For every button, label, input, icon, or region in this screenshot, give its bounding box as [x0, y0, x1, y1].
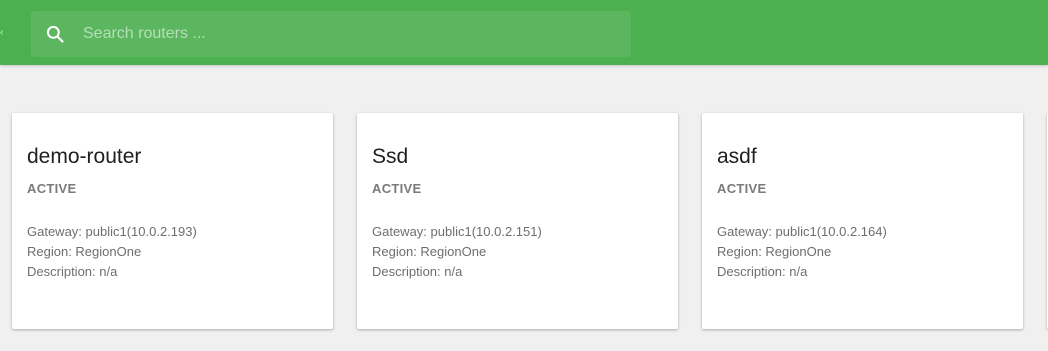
region-line: Region: RegionOne — [717, 242, 1008, 262]
description-label: Description: — [27, 264, 100, 279]
gateway-label: Gateway: — [717, 224, 776, 239]
router-card[interactable]: asdf ACTIVE Gateway: public1(10.0.2.164)… — [702, 113, 1023, 329]
description-label: Description: — [717, 264, 790, 279]
description-line: Description: n/a — [27, 262, 318, 282]
gateway-line: Gateway: public1(10.0.2.164) — [717, 222, 1008, 242]
router-status: ACTIVE — [717, 181, 767, 196]
description-line: Description: n/a — [717, 262, 1008, 282]
router-name: asdf — [717, 145, 757, 168]
region-line: Region: RegionOne — [27, 242, 318, 262]
gateway-value: public1(10.0.2.151) — [430, 224, 542, 239]
router-card-list: demo-router ACTIVE Gateway: public1(10.0… — [12, 113, 1048, 329]
router-name: Ssd — [372, 145, 409, 168]
region-line: Region: RegionOne — [372, 242, 663, 262]
description-label: Description: — [372, 264, 445, 279]
router-name: demo-router — [27, 145, 142, 168]
top-app-bar: ‹ — [0, 0, 1048, 65]
search-bar[interactable] — [31, 11, 631, 57]
gateway-line: Gateway: public1(10.0.2.193) — [27, 222, 318, 242]
router-details: Gateway: public1(10.0.2.151) Region: Reg… — [372, 222, 663, 282]
gateway-line: Gateway: public1(10.0.2.151) — [372, 222, 663, 242]
router-details: Gateway: public1(10.0.2.193) Region: Reg… — [27, 222, 318, 282]
region-value: RegionOne — [75, 244, 142, 259]
gateway-value: public1(10.0.2.164) — [775, 224, 887, 239]
router-card[interactable]: Ssd ACTIVE Gateway: public1(10.0.2.151) … — [357, 113, 678, 329]
description-value: n/a — [444, 264, 463, 279]
region-value: RegionOne — [420, 244, 487, 259]
search-input[interactable] — [81, 13, 625, 55]
gateway-value: public1(10.0.2.193) — [85, 224, 197, 239]
router-status: ACTIVE — [27, 181, 77, 196]
gateway-label: Gateway: — [27, 224, 86, 239]
gateway-label: Gateway: — [372, 224, 431, 239]
router-card[interactable]: demo-router ACTIVE Gateway: public1(10.0… — [12, 113, 333, 329]
description-value: n/a — [99, 264, 118, 279]
region-label: Region: — [27, 244, 76, 259]
router-details: Gateway: public1(10.0.2.164) Region: Reg… — [717, 222, 1008, 282]
region-label: Region: — [372, 244, 421, 259]
description-line: Description: n/a — [372, 262, 663, 282]
region-label: Region: — [717, 244, 766, 259]
search-icon[interactable] — [43, 22, 67, 46]
router-status: ACTIVE — [372, 181, 422, 196]
back-chevron-icon[interactable]: ‹ — [0, 28, 3, 38]
description-value: n/a — [789, 264, 808, 279]
region-value: RegionOne — [765, 244, 832, 259]
